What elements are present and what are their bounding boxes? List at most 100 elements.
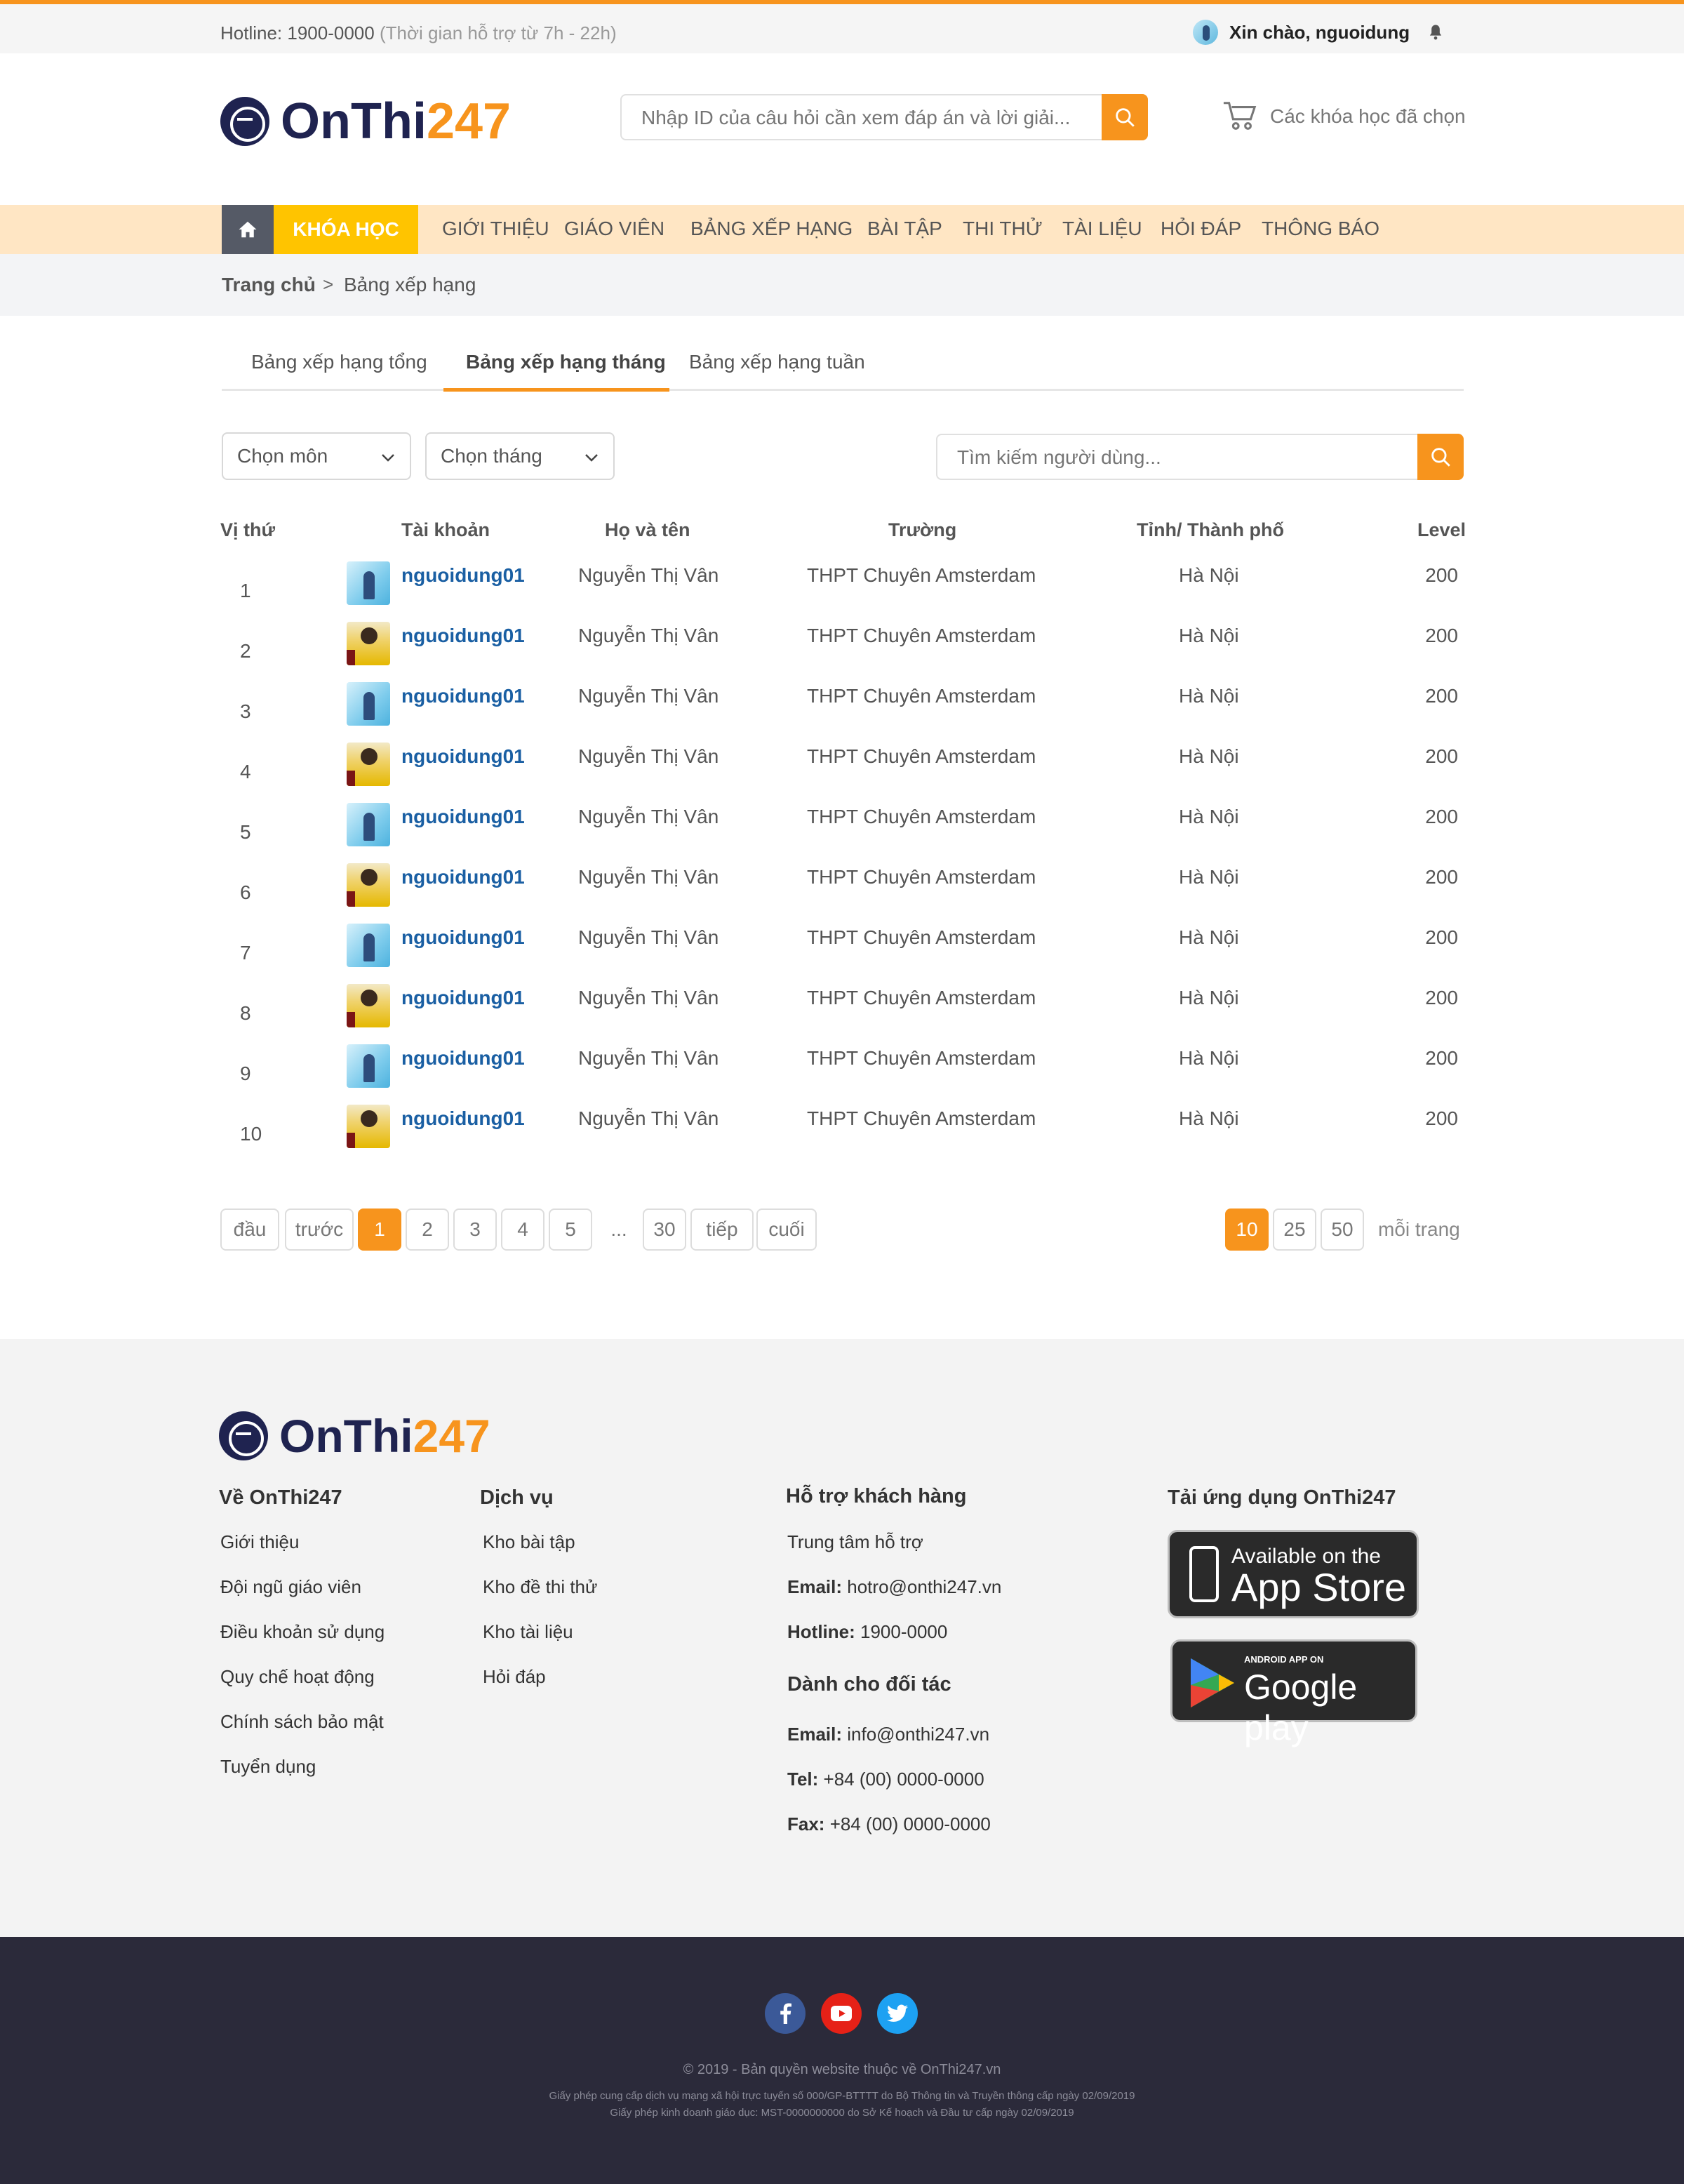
support-email-value[interactable]: hotro@onthi247.vn bbox=[847, 1576, 1001, 1597]
month-select-value: Chọn tháng bbox=[441, 445, 542, 467]
account-link[interactable]: nguoidung01 bbox=[401, 926, 525, 949]
account-link[interactable]: nguoidung01 bbox=[401, 685, 525, 707]
school-cell: THPT Chuyên Amsterdam bbox=[807, 685, 1036, 707]
logo-globe-icon bbox=[219, 1411, 268, 1460]
page-button-30[interactable]: 30 bbox=[643, 1208, 686, 1251]
nav-item-teachers[interactable]: GIÁO VIÊN bbox=[564, 218, 664, 240]
twitter-button[interactable] bbox=[877, 1993, 918, 2034]
per-page-25[interactable]: 25 bbox=[1273, 1208, 1316, 1251]
table-row: 5 nguoidung01 Nguyễn Thị Vân THPT Chuyên… bbox=[220, 800, 1464, 860]
page-button-4[interactable]: 4 bbox=[501, 1208, 544, 1251]
greeting-text: Xin chào, nguoidung bbox=[1229, 21, 1410, 43]
youtube-icon bbox=[831, 2006, 852, 2021]
bell-icon[interactable] bbox=[1426, 22, 1445, 42]
city-cell: Hà Nội bbox=[1179, 564, 1239, 586]
school-cell: THPT Chuyên Amsterdam bbox=[807, 926, 1036, 948]
tab-overall-ranking[interactable]: Bảng xếp hạng tổng bbox=[251, 351, 427, 373]
avatar[interactable] bbox=[347, 863, 390, 907]
avatar[interactable] bbox=[347, 984, 390, 1027]
avatar[interactable] bbox=[347, 682, 390, 726]
avatar[interactable] bbox=[347, 924, 390, 967]
school-cell: THPT Chuyên Amsterdam bbox=[807, 1107, 1036, 1129]
selected-courses-link[interactable]: Các khóa học đã chọn bbox=[1222, 100, 1466, 133]
rank-cell: 4 bbox=[240, 761, 251, 783]
nav-item-exercises[interactable]: BÀI TẬP bbox=[867, 218, 942, 240]
nav-item-intro[interactable]: GIỚI THIỆU bbox=[442, 218, 549, 240]
avatar[interactable] bbox=[347, 1044, 390, 1088]
partners-email-value[interactable]: info@onthi247.vn bbox=[847, 1724, 989, 1745]
nav-item-ranking[interactable]: BẢNG XẾP HẠNG bbox=[690, 218, 853, 240]
footer-link-jobs[interactable]: Tuyển dụng bbox=[220, 1756, 316, 1778]
account-link[interactable]: nguoidung01 bbox=[401, 564, 525, 587]
account-link[interactable]: nguoidung01 bbox=[401, 987, 525, 1009]
tab-weekly-ranking[interactable]: Bảng xếp hạng tuần bbox=[689, 351, 865, 373]
rank-cell: 9 bbox=[240, 1063, 251, 1084]
tab-monthly-ranking[interactable]: Bảng xếp hạng tháng bbox=[466, 351, 666, 373]
page-prev-button[interactable]: trước bbox=[285, 1208, 354, 1251]
user-search-input[interactable] bbox=[957, 445, 1406, 470]
nav-item-notices[interactable]: THÔNG BÁO bbox=[1262, 218, 1379, 240]
user-greeting[interactable]: Xin chào, nguoidung bbox=[1193, 20, 1410, 45]
page-button-1[interactable]: 1 bbox=[358, 1208, 401, 1251]
logo-text-onthi: OnThi bbox=[279, 1410, 413, 1462]
subject-select[interactable]: Chọn môn bbox=[222, 432, 411, 480]
footer-link-intro[interactable]: Giới thiệu bbox=[220, 1531, 299, 1553]
avatar[interactable] bbox=[347, 743, 390, 786]
site-logo[interactable]: OnThi 247 bbox=[220, 93, 511, 150]
account-link[interactable]: nguoidung01 bbox=[401, 745, 525, 768]
subject-select-value: Chọn môn bbox=[237, 445, 328, 467]
youtube-button[interactable] bbox=[821, 1993, 862, 2034]
account-link[interactable]: nguoidung01 bbox=[401, 1107, 525, 1130]
footer-link-rules[interactable]: Quy chế hoạt động bbox=[220, 1666, 375, 1688]
breadcrumb-home[interactable]: Trang chủ bbox=[222, 274, 316, 296]
page-button-3[interactable]: 3 bbox=[453, 1208, 497, 1251]
footer-link-exercises[interactable]: Kho bài tập bbox=[483, 1531, 575, 1553]
facebook-button[interactable] bbox=[765, 1993, 806, 2034]
page-button-2[interactable]: 2 bbox=[406, 1208, 449, 1251]
name-cell: Nguyễn Thị Vân bbox=[578, 866, 719, 888]
nav-item-qa[interactable]: HỎI ĐÁP bbox=[1161, 218, 1241, 240]
footer-link-mock-tests[interactable]: Kho đề thi thử bbox=[483, 1576, 597, 1598]
page-next-button[interactable]: tiếp bbox=[690, 1208, 754, 1251]
google-play-badge[interactable]: ANDROID APP ON Google play bbox=[1170, 1639, 1417, 1747]
footer-link-documents[interactable]: Kho tài liệu bbox=[483, 1621, 573, 1643]
month-select[interactable]: Chọn tháng bbox=[425, 432, 615, 480]
license-text-2: Giấy phép kinh doanh giáo dục: MST-00000… bbox=[610, 2107, 1074, 2119]
avatar[interactable] bbox=[347, 1105, 390, 1148]
footer-link-teachers[interactable]: Đội ngũ giáo viên bbox=[220, 1576, 361, 1598]
avatar[interactable] bbox=[347, 561, 390, 605]
nav-item-mock-test[interactable]: THI THỬ bbox=[963, 218, 1043, 240]
avatar[interactable] bbox=[347, 803, 390, 846]
footer-link-terms[interactable]: Điều khoản sử dụng bbox=[220, 1621, 385, 1643]
question-search-button[interactable] bbox=[1102, 94, 1148, 140]
account-link[interactable]: nguoidung01 bbox=[401, 866, 525, 888]
home-button[interactable] bbox=[222, 205, 274, 254]
question-search-input[interactable] bbox=[641, 105, 1090, 131]
account-link[interactable]: nguoidung01 bbox=[401, 806, 525, 828]
logo-text-247: 247 bbox=[426, 93, 512, 149]
page-last-button[interactable]: cuối bbox=[756, 1208, 817, 1251]
page-first-button[interactable]: đầu bbox=[220, 1208, 279, 1251]
footer-link-help-center[interactable]: Trung tâm hỗ trợ bbox=[787, 1531, 923, 1553]
partners-fax-value: +84 (00) 0000-0000 bbox=[829, 1813, 991, 1835]
page-button-5[interactable]: 5 bbox=[549, 1208, 592, 1251]
footer-link-qa[interactable]: Hỏi đáp bbox=[483, 1666, 546, 1688]
per-page-10[interactable]: 10 bbox=[1225, 1208, 1269, 1251]
avatar[interactable] bbox=[347, 622, 390, 665]
app-store-badge[interactable]: Available on the App Store bbox=[1168, 1530, 1419, 1618]
account-link[interactable]: nguoidung01 bbox=[401, 1047, 525, 1070]
footer-logo[interactable]: OnThi 247 bbox=[219, 1409, 490, 1463]
main-nav: KHÓA HỌC GIỚI THIỆU GIÁO VIÊN BẢNG XẾP H… bbox=[0, 205, 1684, 254]
user-search-button[interactable] bbox=[1417, 434, 1464, 480]
breadcrumb: Trang chủ > Bảng xếp hạng bbox=[0, 254, 1684, 316]
account-link[interactable]: nguoidung01 bbox=[401, 625, 525, 647]
nav-courses-button[interactable]: KHÓA HỌC bbox=[274, 205, 418, 254]
footer-link-privacy[interactable]: Chính sách bảo mật bbox=[220, 1711, 384, 1733]
per-page-50[interactable]: 50 bbox=[1321, 1208, 1364, 1251]
partners-email-label: Email: bbox=[787, 1724, 843, 1745]
nav-item-documents[interactable]: TÀI LIỆU bbox=[1062, 218, 1142, 240]
rank-cell: 3 bbox=[240, 700, 251, 722]
per-page-label: mỗi trang bbox=[1378, 1218, 1460, 1240]
hotline-hours: (Thời gian hỗ trợ từ 7h - 22h) bbox=[379, 22, 617, 44]
name-cell: Nguyễn Thị Vân bbox=[578, 1107, 719, 1129]
